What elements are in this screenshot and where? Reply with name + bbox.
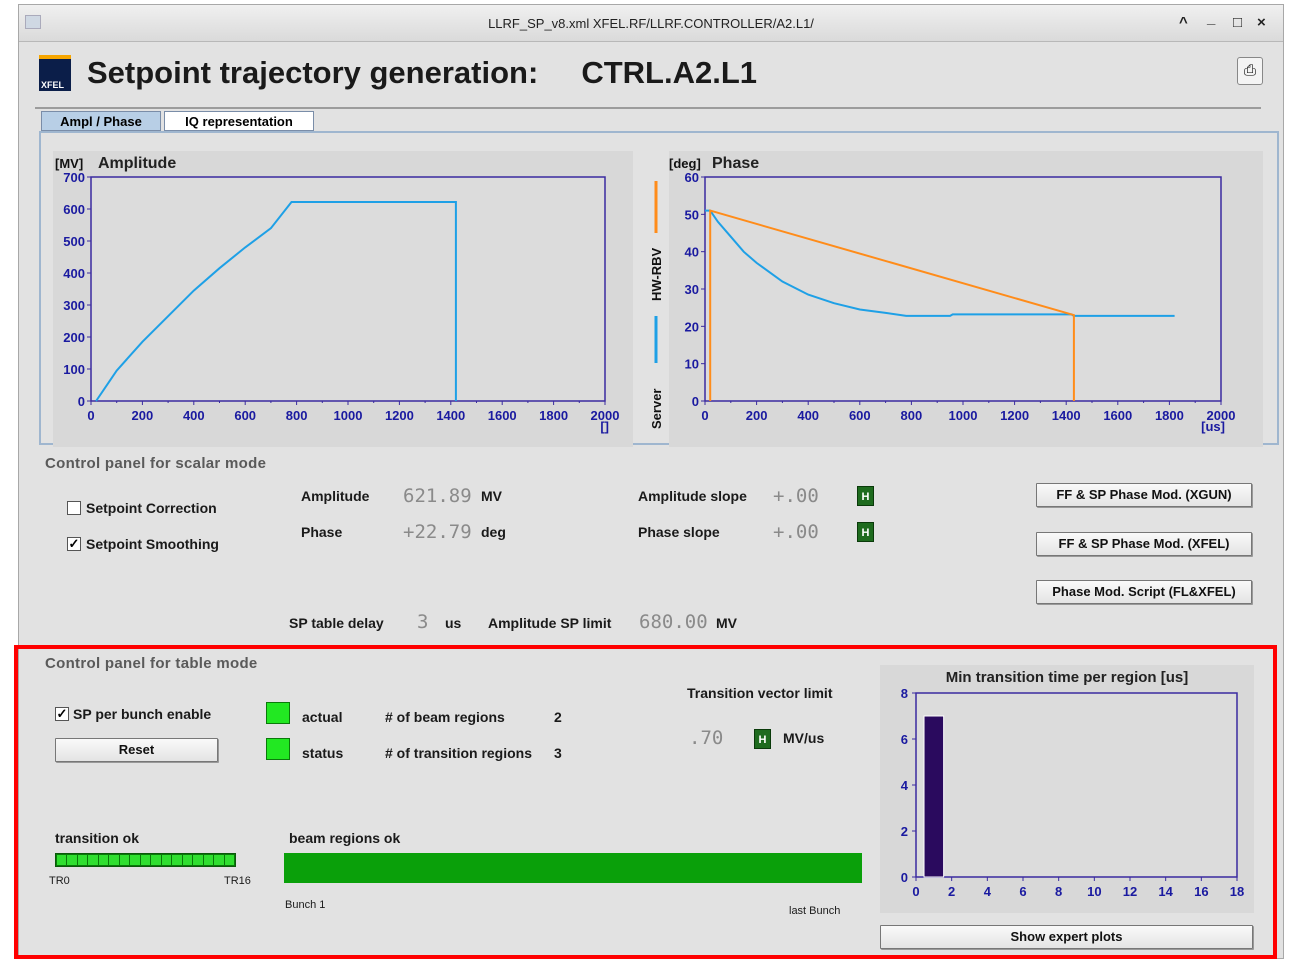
amplitude-sp-limit-unit: MV <box>716 615 737 631</box>
amplitude-spinner[interactable]: 621.89 <box>403 485 472 507</box>
phase-slope-spinner[interactable]: +.00 <box>773 521 819 543</box>
amplitude-xtick-label: 0 <box>87 408 94 423</box>
amplitude-ytick-label: 0 <box>78 394 85 409</box>
amplitude-xtick-label: 1400 <box>436 408 465 423</box>
amplitude-label: Amplitude <box>301 488 370 504</box>
amplitude-sp-limit-label: Amplitude SP limit <box>488 615 612 631</box>
restore-icon[interactable]: □ <box>1233 14 1242 31</box>
amplitude-xtick-label: 1600 <box>488 408 517 423</box>
sp-table-delay-label: SP table delay <box>289 615 384 631</box>
phase-mod-script-button[interactable]: Phase Mod. Script (FL&XFEL) <box>1036 580 1252 604</box>
phase-chart: Phase[deg][us]01020304050600 200 400 600 800… <box>669 151 1263 447</box>
phase-xtick-label: 400 <box>797 408 819 423</box>
amplitude-xtick-label: 200 <box>132 408 154 423</box>
phase-xtick-label: 1600 <box>1103 408 1132 423</box>
sp-table-delay-spinner[interactable]: 3 <box>417 611 428 633</box>
phase-xtick-label: 1000 <box>949 408 978 423</box>
ff-sp-phase-mod-xgun-button[interactable]: FF & SP Phase Mod. (XGUN) <box>1036 483 1252 507</box>
amplitude-slope-h-button[interactable]: H <box>857 486 874 506</box>
phase-unit: deg <box>481 524 506 540</box>
title-bar: LLRF_SP_v8.xml XFEL.RF/LLRF.CONTROLLER/A… <box>19 5 1283 42</box>
ff-sp-phase-mod-xfel-button[interactable]: FF & SP Phase Mod. (XFEL) <box>1036 532 1252 556</box>
amplitude-ytick-label: 300 <box>63 298 85 313</box>
page-title: Setpoint trajectory generation: CTRL.A2.… <box>87 55 758 90</box>
amplitude-chart: Amplitude[MV][]01002003004005006007000 20… <box>53 151 633 447</box>
phase-plot-area <box>704 176 1222 402</box>
amplitude-ytick-label: 100 <box>63 362 85 377</box>
phase-xtick-label: 600 <box>849 408 871 423</box>
phase-ytick-label: 10 <box>685 357 699 372</box>
amplitude-title: Amplitude <box>98 155 176 172</box>
amplitude-ytick-label: 600 <box>63 202 85 217</box>
setpoint-correction-label: Setpoint Correction <box>86 500 217 516</box>
phase-xtick-label: 800 <box>901 408 923 423</box>
amplitude-xtick-label: 600 <box>234 408 256 423</box>
plots-panel: Amplitude [MV][] 0 100 200 300 400 500 600 700 0 20… <box>39 131 1279 447</box>
setpoint-smoothing-checkbox[interactable]: ✓ <box>67 537 81 551</box>
amplitude-plot-area <box>90 176 606 402</box>
tab-iq-representation[interactable]: IQ representation <box>164 111 314 131</box>
phase-ytick-label: 20 <box>685 319 699 334</box>
maximize-up-icon[interactable]: ^ <box>1179 14 1188 31</box>
header-divider <box>35 107 1261 109</box>
amplitude-xtick-label: 800 <box>286 408 308 423</box>
phase-slope-h-button[interactable]: H <box>857 522 874 542</box>
tab-ampl-phase[interactable]: Ampl / Phase <box>41 111 161 131</box>
phase-xtick-label: 1800 <box>1155 408 1184 423</box>
minimize-icon[interactable]: _ <box>1207 10 1215 27</box>
printer-icon[interactable]: ⎙ <box>1237 57 1263 85</box>
phase-ylabel: [deg] <box>669 156 701 171</box>
amplitude-unit: MV <box>481 488 502 504</box>
phase-ytick-label: 30 <box>685 282 699 297</box>
trace-legend: HW-RBV Server <box>649 181 664 429</box>
amplitude-xtick-label: 400 <box>183 408 205 423</box>
amplitude-ytick-label: 700 <box>63 170 85 185</box>
amplitude-slope-label: Amplitude slope <box>638 488 747 504</box>
phase-xtick-label: 2000 <box>1207 408 1236 423</box>
setpoint-smoothing-label: Setpoint Smoothing <box>86 536 219 552</box>
amplitude-ytick-label: 200 <box>63 330 85 345</box>
phase-title: Phase <box>712 155 759 172</box>
xfel-logo: XFEL <box>39 55 71 91</box>
phase-label: Phase <box>301 524 343 540</box>
amplitude-slope-spinner[interactable]: +.00 <box>773 485 819 507</box>
scalar-panel-title: Control panel for scalar mode <box>45 455 267 472</box>
amplitude-sp-limit-spinner[interactable]: 680.00 <box>639 611 708 633</box>
phase-xtick-label: 200 <box>746 408 768 423</box>
phase-ytick-label: 50 <box>685 207 699 222</box>
server-legend-label: Server <box>649 389 664 429</box>
phase-ytick-label: 40 <box>685 245 699 260</box>
phase-xtick-label: 1400 <box>1052 408 1081 423</box>
setpoint-correction-checkbox[interactable] <box>67 501 81 515</box>
hw-rbv-legend-label: HW-RBV <box>649 247 664 301</box>
phase-slope-label: Phase slope <box>638 524 720 540</box>
phase-ytick-label: 0 <box>692 394 699 409</box>
amplitude-xtick-label: 2000 <box>591 408 620 423</box>
phase-ytick-label: 60 <box>685 170 699 185</box>
close-icon[interactable]: × <box>1257 14 1266 31</box>
amplitude-ylabel: [MV] <box>55 156 83 171</box>
phase-spinner[interactable]: +22.79 <box>403 521 472 543</box>
amplitude-ytick-label: 500 <box>63 234 85 249</box>
amplitude-xtick-label: 1800 <box>539 408 568 423</box>
highlight-box <box>14 645 1277 959</box>
amplitude-xtick-label: 1000 <box>334 408 363 423</box>
phase-xtick-label: 1200 <box>1000 408 1029 423</box>
phase-xtick-label: 0 <box>701 408 708 423</box>
amplitude-xtick-label: 1200 <box>385 408 414 423</box>
window-title: LLRF_SP_v8.xml XFEL.RF/LLRF.CONTROLLER/A… <box>488 16 814 31</box>
amplitude-ytick-label: 400 <box>63 266 85 281</box>
sp-table-delay-unit: us <box>445 615 462 631</box>
